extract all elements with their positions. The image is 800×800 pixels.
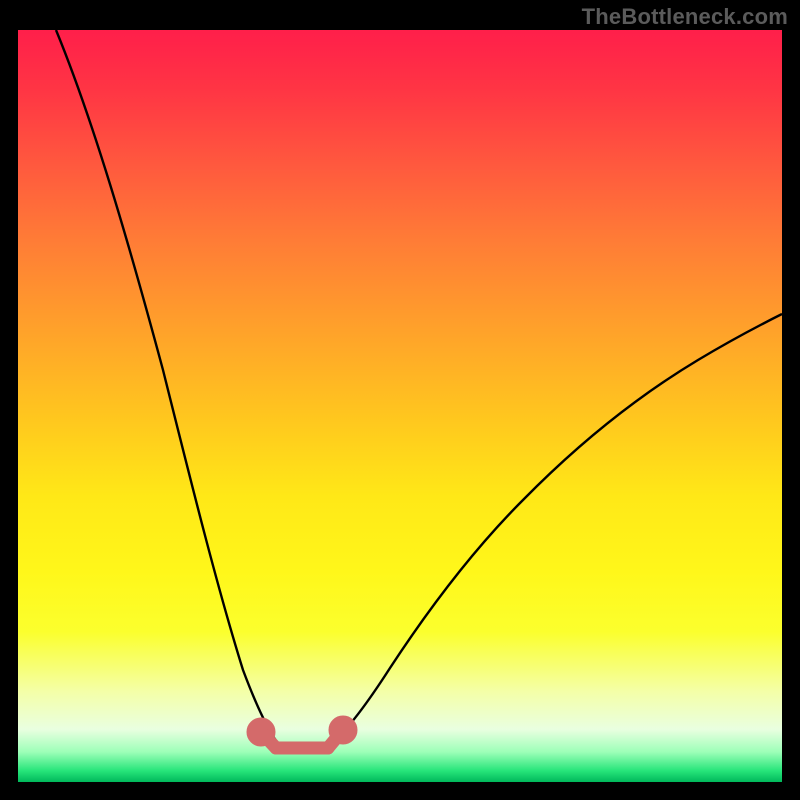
chart-frame: TheBottleneck.com xyxy=(0,0,800,800)
bottleneck-curve xyxy=(56,30,782,752)
curve-layer xyxy=(18,30,782,782)
watermark-text: TheBottleneck.com xyxy=(582,4,788,30)
plot-area xyxy=(18,30,782,782)
optimal-zone xyxy=(253,722,351,748)
